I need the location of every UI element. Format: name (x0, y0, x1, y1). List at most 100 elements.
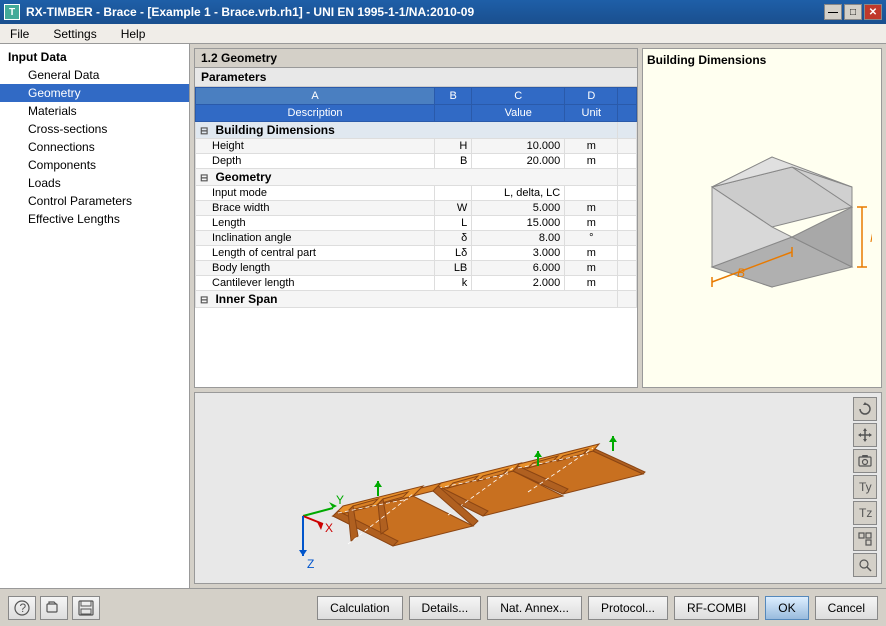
sidebar-item-control-parameters[interactable]: Control Parameters (0, 192, 189, 210)
sidebar-section-title: Input Data (0, 48, 189, 66)
parameters-label: Parameters (195, 68, 637, 87)
bottom-bar: ? Calculation Details... Nat. Annex... P… (0, 588, 886, 626)
building-dimensions-header: ⊟ Building Dimensions (196, 122, 637, 139)
ok-button[interactable]: OK (765, 596, 808, 620)
b-label: B (737, 266, 745, 280)
central-part-unit: m (565, 246, 618, 261)
table-row: Length L 15.000 m (196, 216, 637, 231)
menu-settings[interactable]: Settings (47, 25, 102, 43)
sidebar-item-loads[interactable]: Loads (0, 174, 189, 192)
viewport-row: Y X Z (194, 392, 882, 584)
menu-file[interactable]: File (4, 25, 35, 43)
length-unit: m (565, 216, 618, 231)
app-icon: T (4, 4, 20, 20)
depth-label: Depth (196, 154, 435, 169)
z-axis-label: Z (307, 557, 314, 571)
scroll-spacer2 (618, 105, 637, 122)
top-panel: 1.2 Geometry Parameters A (194, 48, 882, 388)
inclination-unit: ° (565, 231, 618, 246)
inclination-b: δ (435, 231, 472, 246)
pan-button[interactable] (853, 423, 877, 447)
sidebar-item-materials[interactable]: Materials (0, 102, 189, 120)
close-button[interactable]: ✕ (864, 4, 882, 20)
title-bar-title: RX-TIMBER - Brace - [Example 1 - Brace.v… (26, 5, 474, 19)
brace-width-value[interactable]: 5.000 (472, 201, 565, 216)
input-mode-value[interactable]: L, delta, LC (472, 186, 565, 201)
viewport-controls: Ty Tz (853, 397, 877, 577)
height-b: H (435, 139, 472, 154)
geometry-section-label: ⊟ Geometry (196, 169, 618, 186)
col-b-header: B (435, 88, 472, 105)
table-panel: 1.2 Geometry Parameters A (194, 48, 638, 388)
fit-button[interactable] (853, 527, 877, 551)
header-value: Value (472, 105, 565, 122)
brace-3d-svg: Y X Z (243, 396, 833, 581)
rotate-button[interactable] (853, 397, 877, 421)
h-label: H (870, 231, 872, 245)
table-row: Brace width W 5.000 m (196, 201, 637, 216)
screenshot-button[interactable] (853, 449, 877, 473)
building-dimensions-label: ⊟ Building Dimensions (196, 122, 618, 139)
height-unit: m (565, 139, 618, 154)
protocol-button[interactable]: Protocol... (588, 596, 668, 620)
rf-combi-button[interactable]: RF-COMBI (674, 596, 759, 620)
search-button[interactable] (853, 553, 877, 577)
title-bar-text: T RX-TIMBER - Brace - [Example 1 - Brace… (4, 4, 474, 20)
table-row: Input mode L, delta, LC (196, 186, 637, 201)
geometry-header: ⊟ Geometry (196, 169, 637, 186)
x-axis-label: X (325, 521, 333, 535)
body-length-label: Body length (196, 261, 435, 276)
length-b: L (435, 216, 472, 231)
details-button[interactable]: Details... (409, 596, 482, 620)
panel-title: 1.2 Geometry (195, 49, 637, 68)
brace-width-label: Brace width (196, 201, 435, 216)
calculation-button[interactable]: Calculation (317, 596, 402, 620)
save-button[interactable] (72, 596, 100, 620)
table-row: Cantilever length k 2.000 m (196, 276, 637, 291)
depth-b: B (435, 154, 472, 169)
cantilever-label: Cantilever length (196, 276, 435, 291)
params-table: A B C D Description Value Unit (195, 87, 637, 308)
inner-span-header: ⊟ Inner Span (196, 291, 637, 308)
length-value[interactable]: 15.000 (472, 216, 565, 231)
sidebar-item-cross-sections[interactable]: Cross-sections (0, 120, 189, 138)
collapse-icon[interactable]: ⊟ (200, 126, 208, 137)
help-button[interactable]: ? (8, 596, 36, 620)
table-container[interactable]: A B C D Description Value Unit (195, 87, 637, 387)
nat-annex-button[interactable]: Nat. Annex... (487, 596, 582, 620)
sidebar-item-general-data[interactable]: General Data (0, 66, 189, 84)
svg-text:Tz: Tz (859, 506, 872, 520)
menu-help[interactable]: Help (115, 25, 152, 43)
central-part-label: Length of central part (196, 246, 435, 261)
zoom-xy-button[interactable]: Ty (853, 475, 877, 499)
table-row: Inclination angle δ 8.00 ° (196, 231, 637, 246)
open-button[interactable] (40, 596, 68, 620)
bottom-right: Calculation Details... Nat. Annex... Pro… (317, 596, 878, 620)
viewport-panel[interactable]: Y X Z (194, 392, 882, 584)
bottom-left: ? (8, 596, 100, 620)
sidebar-item-components[interactable]: Components (0, 156, 189, 174)
brace-width-b: W (435, 201, 472, 216)
zoom-z-button[interactable]: Tz (853, 501, 877, 525)
inclination-value[interactable]: 8.00 (472, 231, 565, 246)
maximize-button[interactable]: □ (844, 4, 862, 20)
minimize-button[interactable]: — (824, 4, 842, 20)
cantilever-value[interactable]: 2.000 (472, 276, 565, 291)
central-part-b: Lδ (435, 246, 472, 261)
cancel-button[interactable]: Cancel (815, 596, 878, 620)
cantilever-b: k (435, 276, 472, 291)
sidebar-item-connections[interactable]: Connections (0, 138, 189, 156)
body-length-value[interactable]: 6.000 (472, 261, 565, 276)
header-unit: Unit (565, 105, 618, 122)
height-value[interactable]: 10.000 (472, 139, 565, 154)
sidebar-item-effective-lengths[interactable]: Effective Lengths (0, 210, 189, 228)
brace-width-unit: m (565, 201, 618, 216)
col-c-header: C (472, 88, 565, 105)
geometry-collapse-icon[interactable]: ⊟ (200, 173, 208, 184)
col-a-header: A (196, 88, 435, 105)
title-bar-controls: — □ ✕ (824, 4, 882, 20)
inner-span-collapse-icon[interactable]: ⊟ (200, 295, 208, 306)
sidebar-item-geometry[interactable]: Geometry (0, 84, 189, 102)
central-part-value[interactable]: 3.000 (472, 246, 565, 261)
depth-value[interactable]: 20.000 (472, 154, 565, 169)
